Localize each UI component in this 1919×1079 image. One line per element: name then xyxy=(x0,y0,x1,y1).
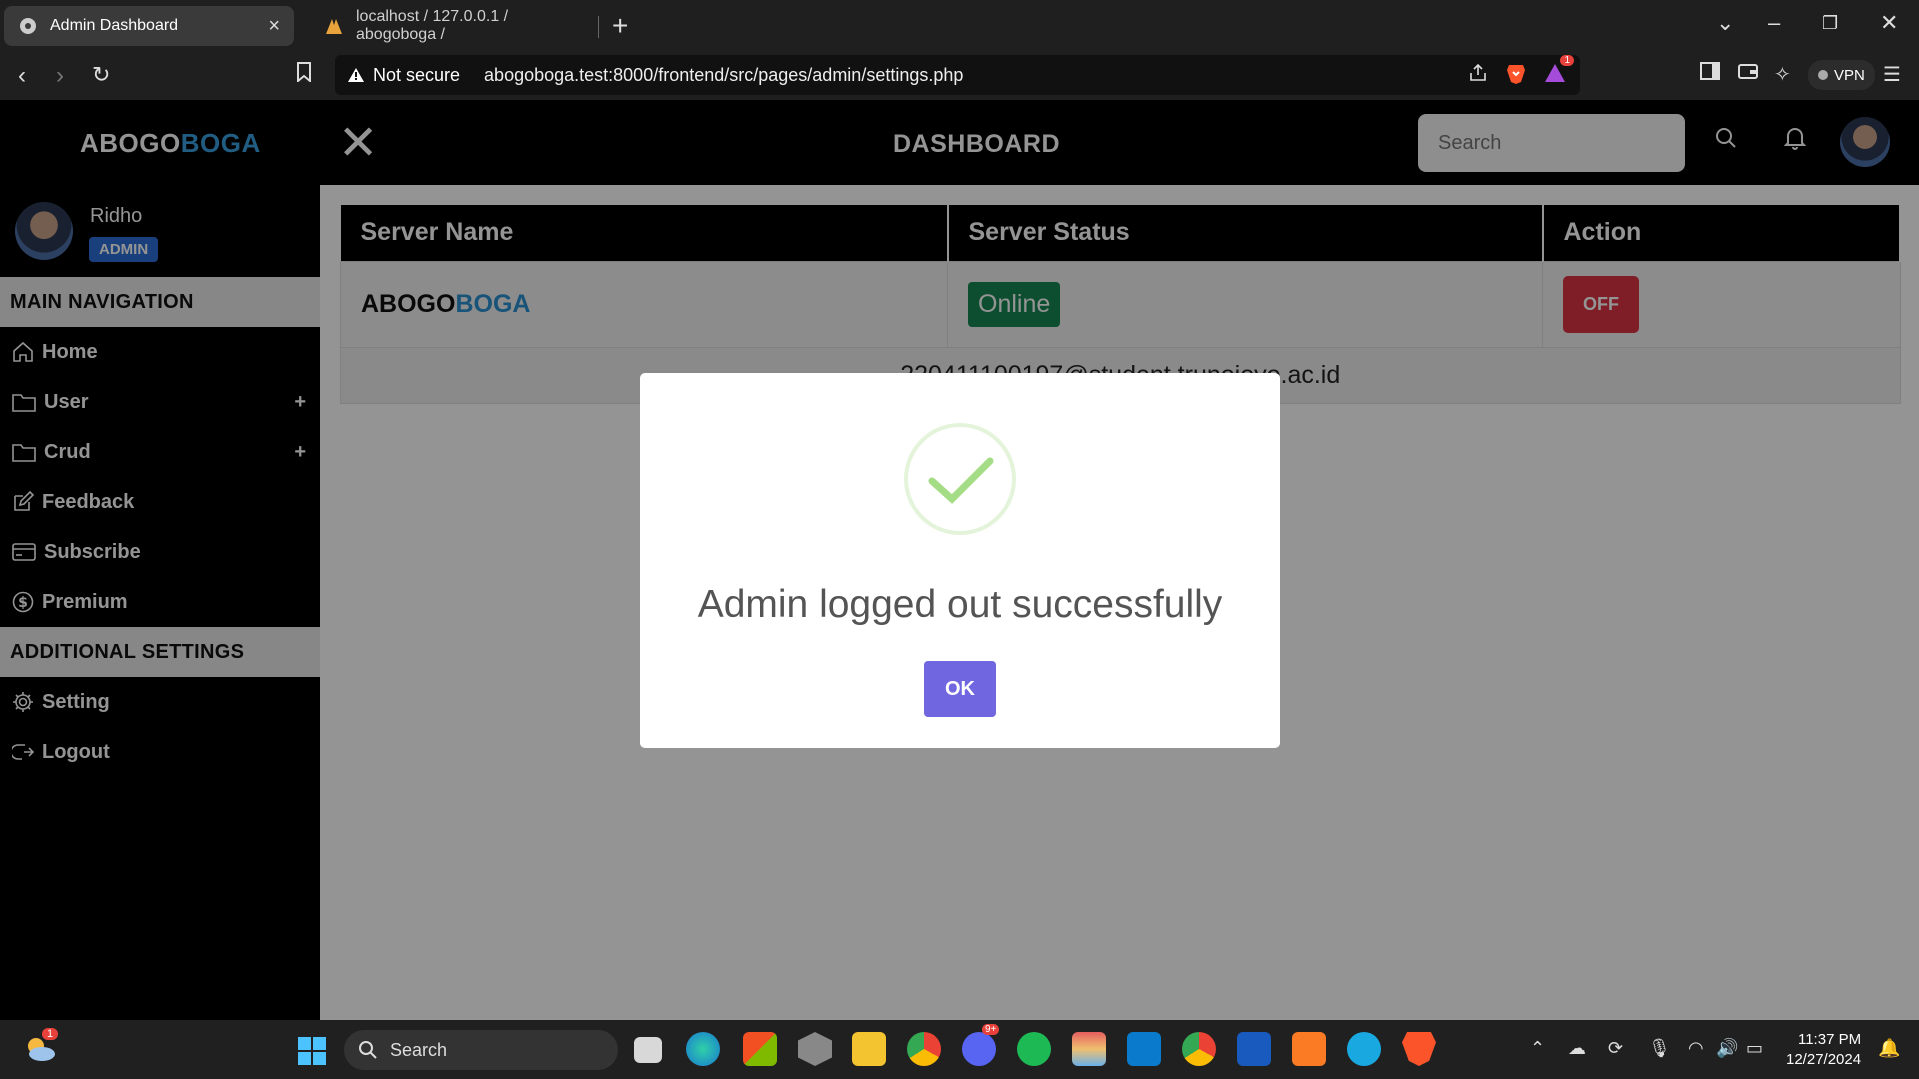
vscode-icon[interactable] xyxy=(1127,1032,1161,1066)
menu-icon[interactable]: ☰ xyxy=(1883,62,1901,87)
chrome-canary-icon[interactable] xyxy=(1182,1032,1216,1066)
onedrive-icon[interactable]: ☁ xyxy=(1568,1038,1586,1059)
share-icon[interactable] xyxy=(1468,63,1488,90)
tab-search-chevron-icon[interactable]: ⌄ xyxy=(1716,10,1734,36)
reload-icon[interactable]: ↻ xyxy=(92,62,110,88)
notification-center-icon[interactable]: 🔔 xyxy=(1878,1038,1900,1059)
ai-app-icon[interactable] xyxy=(1347,1032,1381,1066)
globe-icon xyxy=(18,16,38,36)
weather-icon[interactable]: 1 xyxy=(22,1028,59,1069)
tab-label: Admin Dashboard xyxy=(50,17,179,34)
phpmyadmin-icon xyxy=(324,16,344,36)
chrome-icon[interactable] xyxy=(907,1032,941,1066)
omnibox[interactable]: Not secure abogoboga.test:8000/frontend/… xyxy=(335,55,1580,95)
dialog-title: Admin logged out successfully xyxy=(697,583,1223,626)
date: 12/27/2024 xyxy=(1786,1051,1862,1068)
battery-icon[interactable]: ▭ xyxy=(1746,1038,1763,1059)
tab-label: localhost / 127.0.0.1 / abogoboga / xyxy=(356,8,509,43)
close-window-icon[interactable]: ✕ xyxy=(1880,10,1898,36)
forward-icon[interactable]: › xyxy=(56,62,64,90)
close-tab-icon[interactable]: × xyxy=(268,15,280,38)
edge-icon[interactable] xyxy=(686,1032,720,1066)
brave-icon[interactable] xyxy=(1402,1032,1436,1066)
back-icon[interactable]: ‹ xyxy=(18,62,26,90)
warning-icon xyxy=(348,68,364,82)
microphone-icon[interactable]: 🎙 xyxy=(1648,1038,1671,1059)
time: 11:37 PM xyxy=(1797,1031,1862,1048)
tab-admin-dashboard[interactable]: Admin Dashboard × xyxy=(4,6,294,46)
windows-taskbar: 1 Search 9+ ⌃ ☁ ⟳ 🎙 ◠ 🔊 ▭ 11:37 PM 12/27… xyxy=(0,1020,1919,1079)
minimize-icon[interactable]: – xyxy=(1768,10,1780,36)
discord-icon[interactable]: 9+ xyxy=(962,1024,1000,1066)
success-check-icon xyxy=(904,423,1016,535)
taskbar-search[interactable]: Search xyxy=(344,1030,618,1070)
show-hidden-icons-icon[interactable]: ⌃ xyxy=(1530,1038,1545,1059)
wallet-icon[interactable] xyxy=(1738,62,1758,86)
file-explorer-icon[interactable] xyxy=(852,1032,886,1066)
volume-icon[interactable]: 🔊 xyxy=(1716,1038,1738,1059)
security-indicator[interactable]: Not secure xyxy=(347,65,460,86)
browser-tab-bar: Admin Dashboard × localhost / 127.0.0.1 … xyxy=(0,0,1919,50)
wifi-icon[interactable]: ◠ xyxy=(1688,1038,1704,1059)
browser-address-bar: ‹ › ↻ Not secure abogoboga.test:8000/fro… xyxy=(0,50,1919,100)
word-icon[interactable] xyxy=(1237,1032,1271,1066)
spotify-icon[interactable] xyxy=(1017,1032,1051,1066)
vpn-button[interactable]: VPN xyxy=(1808,60,1875,90)
weather-badge: 1 xyxy=(42,1028,59,1040)
ok-button[interactable]: OK xyxy=(924,661,996,717)
tab-phpmyadmin[interactable]: localhost / 127.0.0.1 / abogoboga / xyxy=(310,6,600,46)
success-dialog: Admin logged out successfully OK xyxy=(640,373,1280,748)
discord-badge: 9+ xyxy=(982,1024,1000,1035)
app-hex-icon[interactable] xyxy=(798,1032,832,1066)
tab-separator xyxy=(598,16,599,38)
restore-icon[interactable]: ❐ xyxy=(1822,13,1838,34)
stack-app-icon[interactable] xyxy=(1072,1032,1106,1066)
new-tab-icon[interactable]: + xyxy=(612,10,628,42)
brave-shield-icon[interactable] xyxy=(1506,63,1526,90)
url-text: abogoboga.test:8000/frontend/src/pages/a… xyxy=(484,64,964,85)
clock[interactable]: 11:37 PM 12/27/2024 xyxy=(1786,1030,1861,1070)
search-icon xyxy=(359,1041,377,1059)
store-icon[interactable] xyxy=(743,1032,777,1066)
sidebar-toggle-icon[interactable] xyxy=(1700,62,1720,86)
task-view-icon[interactable] xyxy=(634,1037,662,1063)
rewards-badge: 1 xyxy=(1560,55,1574,66)
leo-ai-icon[interactable]: ✧ xyxy=(1774,62,1791,87)
sync-icon[interactable]: ⟳ xyxy=(1608,1038,1623,1059)
bookmark-icon[interactable] xyxy=(296,62,312,88)
brave-rewards-icon[interactable]: 1 xyxy=(1544,55,1574,90)
windows-start-icon[interactable] xyxy=(298,1037,326,1070)
vpn-status-icon xyxy=(1818,70,1828,80)
xampp-icon[interactable] xyxy=(1292,1032,1326,1066)
web-page: ABOGOBOGA ✕ DASHBOARD Ridho ADMIN MAIN N… xyxy=(0,100,1919,1020)
